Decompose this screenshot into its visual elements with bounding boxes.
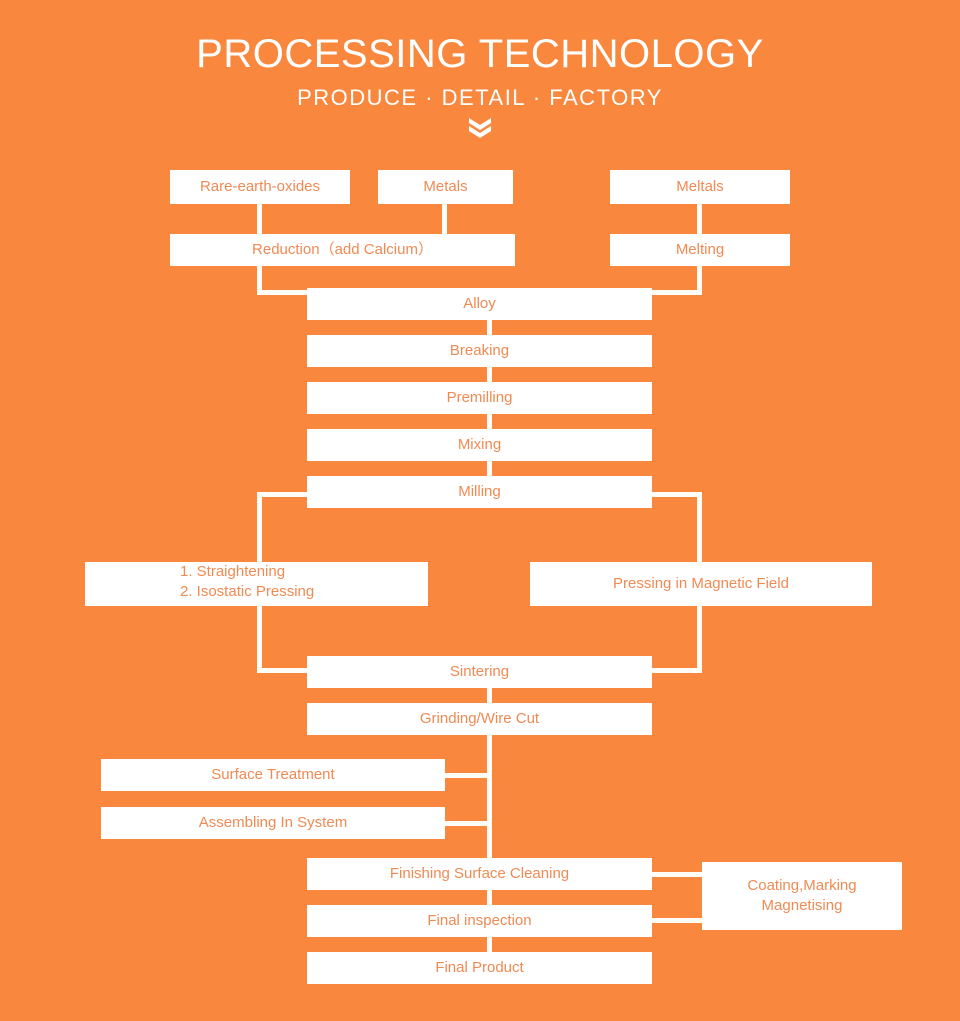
node-label: Assembling In System [198, 814, 348, 831]
node-label: Meltals [676, 178, 724, 195]
node-finishing-surface-cleaning[interactable]: Finishing Surface Cleaning [307, 858, 652, 890]
node-melting[interactable]: Melting [610, 234, 790, 266]
process-flow-diagram: Rare-earth-oxides Metals Meltals Reducti… [0, 0, 960, 1021]
node-label: Sintering [449, 663, 510, 680]
connector-finishing-to-coating [648, 872, 704, 877]
node-label: Final inspection [427, 912, 532, 929]
node-premilling[interactable]: Premilling [307, 382, 652, 414]
node-final-inspection[interactable]: Final inspection [307, 905, 652, 937]
connector-trunk-to-assembling [444, 821, 492, 826]
node-label: Breaking [449, 342, 510, 359]
node-label: Grinding/Wire Cut [419, 710, 540, 727]
node-assembling-in-system[interactable]: Assembling In System [101, 807, 445, 839]
node-label: Rare-earth-oxides [199, 178, 321, 195]
node-label: Surface Treatment [211, 766, 335, 783]
node-label: Premilling [446, 389, 513, 406]
node-final-product[interactable]: Final Product [307, 952, 652, 984]
node-pressing-in-magnetic-field[interactable]: Pressing in Magnetic Field [530, 562, 872, 606]
node-label: Alloy [463, 295, 496, 312]
node-label-line-2: 2. Isostatic Pressing [180, 583, 315, 600]
node-label: Reduction（add Calcium） [252, 241, 433, 258]
connector-milling-split-right [648, 492, 702, 497]
node-metals[interactable]: Metals [378, 170, 513, 204]
connector-right-branch-to-sintering [648, 668, 702, 673]
node-surface-treatment[interactable]: Surface Treatment [101, 759, 445, 791]
node-label: Finishing Surface Cleaning [389, 865, 570, 882]
node-reduction[interactable]: Reduction（add Calcium） [170, 234, 515, 266]
connector-milling-split-left [257, 492, 312, 497]
connector-final-inspection-to-coating [648, 918, 704, 923]
node-label-line-2: Magnetising [761, 897, 843, 914]
connector-final-inspection-to-final-product [487, 936, 492, 953]
node-label: Melting [675, 241, 725, 258]
node-label: Milling [458, 483, 501, 500]
node-rare-earth-oxides[interactable]: Rare-earth-oxides [170, 170, 350, 204]
node-straightening-isostatic-pressing[interactable]: 1. Straightening 2. Isostatic Pressing [85, 562, 428, 606]
node-coating-marking-magnetising[interactable]: Coating,Marking Magnetising [702, 862, 902, 930]
connector-rare-earth-to-reduction [257, 204, 262, 236]
node-sintering[interactable]: Sintering [307, 656, 652, 688]
node-mixing[interactable]: Mixing [307, 429, 652, 461]
node-label: Mixing [457, 436, 502, 453]
node-meltals[interactable]: Meltals [610, 170, 790, 204]
connector-meltals-to-melting [697, 204, 702, 236]
connector-trunk-to-surface-treatment [444, 773, 492, 778]
node-label: Final Product [435, 959, 524, 976]
node-label-line-1: 1. Straightening [180, 563, 286, 580]
node-label-line-1: Coating,Marking [747, 877, 857, 894]
connector-metals-to-reduction [442, 204, 447, 236]
node-label: Metals [423, 178, 468, 195]
node-breaking[interactable]: Breaking [307, 335, 652, 367]
node-label: Pressing in Magnetic Field [613, 575, 789, 592]
connector-grinding-trunk [487, 734, 492, 860]
connector-right-branch-vertical-bottom [697, 605, 702, 673]
node-alloy[interactable]: Alloy [307, 288, 652, 320]
node-milling[interactable]: Milling [307, 476, 652, 508]
connector-melting-to-alloy [648, 290, 702, 295]
connector-reduction-to-alloy [257, 290, 312, 295]
node-grinding-wire-cut[interactable]: Grinding/Wire Cut [307, 703, 652, 735]
connector-left-branch-vertical-bottom [257, 605, 262, 673]
connector-left-branch-vertical-top [257, 492, 262, 562]
connector-left-branch-to-sintering [257, 668, 312, 673]
connector-right-branch-vertical-top [697, 492, 702, 562]
